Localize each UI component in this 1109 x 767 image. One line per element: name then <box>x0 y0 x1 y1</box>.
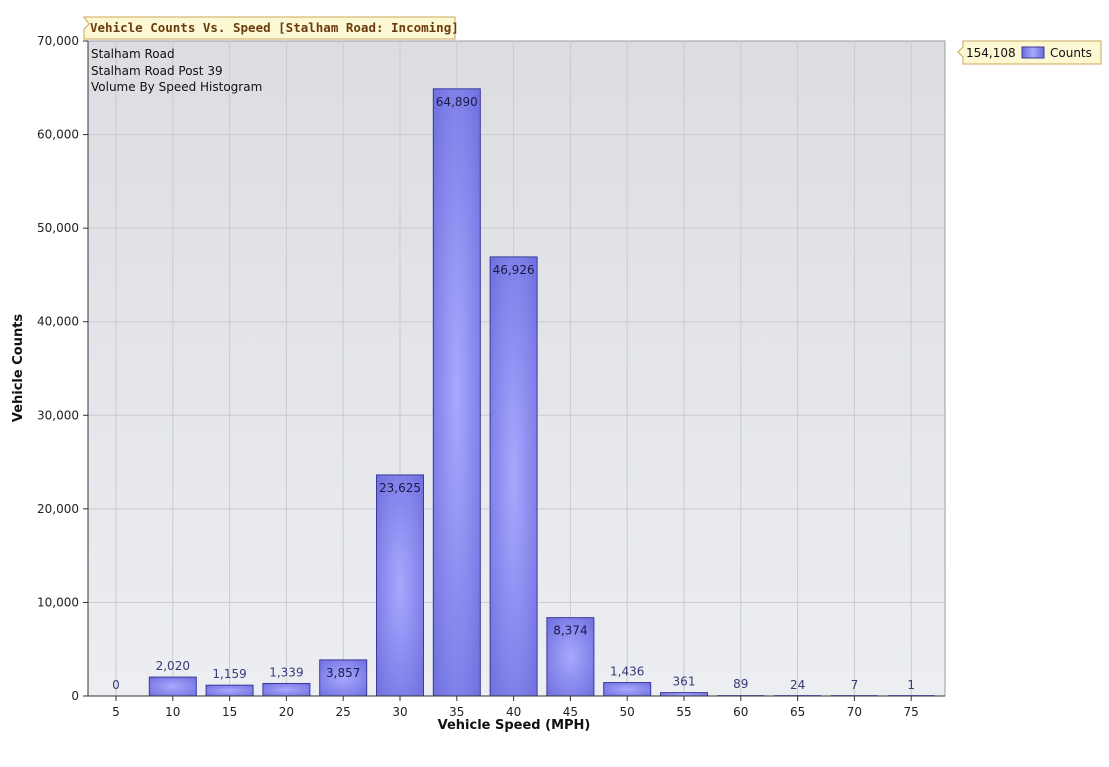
data-label: 8,374 <box>553 624 587 638</box>
data-label: 1 <box>907 678 915 692</box>
x-tick-label: 30 <box>392 705 407 719</box>
bar-speed-15 <box>205 684 254 697</box>
y-tick-label: 70,000 <box>37 34 79 48</box>
y-tick-label: 60,000 <box>37 128 79 142</box>
x-tick-label: 75 <box>904 705 919 719</box>
x-tick-label: 70 <box>847 705 862 719</box>
data-label: 7 <box>851 678 859 692</box>
x-tick-label: 40 <box>506 705 521 719</box>
data-label: 89 <box>733 677 748 691</box>
data-label: 23,625 <box>379 481 421 495</box>
data-label: 0 <box>112 678 120 692</box>
y-axis-title: Vehicle Counts <box>11 314 26 423</box>
x-tick-label: 50 <box>620 705 635 719</box>
x-tick-label: 35 <box>449 705 464 719</box>
x-tick-label: 60 <box>733 705 748 719</box>
data-label: 46,926 <box>493 263 535 277</box>
data-label: 2,020 <box>156 659 190 673</box>
y-tick-label: 10,000 <box>37 595 79 609</box>
bar-speed-20 <box>262 682 311 697</box>
legend-swatch <box>1021 46 1045 59</box>
y-tick-label: 30,000 <box>37 408 79 422</box>
legend-total: 154,108 <box>966 46 1016 60</box>
x-tick-label: 25 <box>336 705 351 719</box>
data-label: 1,436 <box>610 665 644 679</box>
x-axis: 5 10 15 20 25 30 35 40 45 50 55 60 65 70 75 <box>112 696 919 719</box>
bar-speed-50 <box>603 682 652 697</box>
data-label: 3,857 <box>326 666 360 680</box>
bar-speed-30 <box>376 474 424 697</box>
x-tick-label: 5 <box>112 705 120 719</box>
x-tick-label: 20 <box>279 705 294 719</box>
chart-title-box: Vehicle Counts Vs. Speed [Stalham Road: … <box>83 16 459 40</box>
bar-speed-35 <box>432 88 481 697</box>
bar-speed-55 <box>660 692 708 697</box>
info-line-report-type: Volume By Speed Histogram <box>91 80 262 94</box>
histogram-chart: 0 10,000 20,000 30,000 40,000 50,000 60,000 70,… <box>11 16 1102 733</box>
data-label: 1,339 <box>269 665 303 679</box>
bar-speed-10 <box>148 676 197 697</box>
y-tick-label: 50,000 <box>37 221 79 235</box>
data-label: 24 <box>790 678 805 692</box>
y-tick-label: 0 <box>71 689 79 703</box>
legend-series-label: Counts <box>1050 46 1092 60</box>
legend: 154,108 Counts <box>957 40 1102 65</box>
data-label: 64,890 <box>436 95 478 109</box>
y-tick-label: 40,000 <box>37 315 79 329</box>
info-line-location: Stalham Road <box>91 47 175 61</box>
x-tick-label: 45 <box>563 705 578 719</box>
data-label: 1,159 <box>212 667 246 681</box>
data-label: 361 <box>673 675 696 689</box>
x-tick-label: 65 <box>790 705 805 719</box>
x-tick-label: 10 <box>165 705 180 719</box>
x-tick-label: 15 <box>222 705 237 719</box>
bar-speed-40 <box>489 256 538 697</box>
y-tick-label: 20,000 <box>37 502 79 516</box>
x-tick-label: 55 <box>676 705 691 719</box>
x-axis-title: Vehicle Speed (MPH) <box>438 718 591 733</box>
info-line-post: Stalham Road Post 39 <box>91 64 223 78</box>
chart-title: Vehicle Counts Vs. Speed [Stalham Road: … <box>90 20 459 35</box>
y-axis: 0 10,000 20,000 30,000 40,000 50,000 60,000 70,… <box>37 34 88 703</box>
